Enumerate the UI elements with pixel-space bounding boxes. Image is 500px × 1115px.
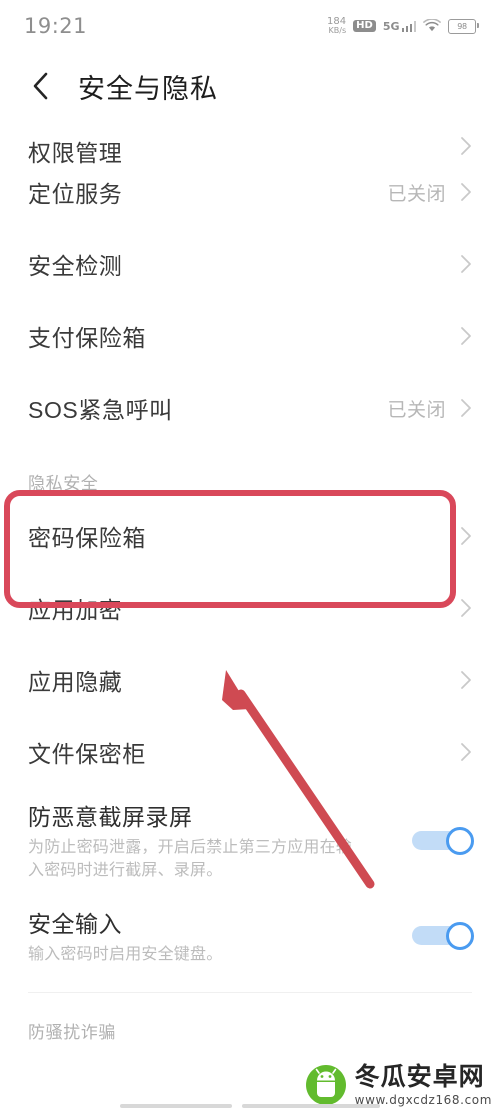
hd-voice-icon: HD (353, 19, 376, 33)
row-title: 安全输入 (28, 910, 122, 937)
section-header-privacy-security: 隐私安全 (0, 444, 500, 500)
row-label: 安全检测 (28, 253, 123, 279)
chevron-right-icon (458, 670, 474, 690)
gesture-navigation-bar[interactable] (0, 1101, 500, 1111)
watermark-text: 冬瓜安卓网 www.dgxcdz168.com (354, 1062, 492, 1106)
watermark-site-name: 冬瓜安卓网 (354, 1062, 485, 1091)
back-button[interactable] (14, 70, 68, 102)
list-row-password-vault[interactable]: 密码保险箱 (0, 500, 500, 572)
list-row-app-encryption[interactable]: 应用加密 (0, 572, 500, 644)
gesture-pill-right[interactable] (242, 1104, 380, 1108)
network-speed-unit: KB/s (328, 26, 347, 35)
status-clock: 19:21 (24, 14, 88, 38)
network-speed-indicator: 184 KB/s (327, 17, 346, 35)
status-icons: 184 KB/s HD 5G 98 (327, 17, 479, 35)
list-row-permission-management[interactable]: 权限管理 (0, 120, 500, 166)
chevron-right-icon (458, 398, 474, 418)
toggle-knob (446, 827, 474, 856)
list-row-payment-vault[interactable]: 支付保险箱 (0, 300, 500, 372)
section-header-label: 隐私安全 (28, 474, 99, 493)
row-label: 文件保密柜 (28, 741, 146, 767)
row-title: 防恶意截屏录屏 (28, 804, 193, 830)
network-type-label: 5G (382, 19, 400, 33)
chevron-right-icon (458, 526, 474, 546)
row-description: 输入密码时启用安全键盘。 (28, 945, 223, 963)
chevron-right-icon (458, 254, 474, 274)
chevron-right-icon (458, 136, 474, 156)
list-row-sos-emergency[interactable]: SOS紧急呼叫 已关闭 (0, 372, 500, 444)
list-row-secure-input[interactable]: 安全输入 输入密码时启用安全键盘。 (0, 892, 500, 978)
row-text-block: 防恶意截屏录屏 为防止密码泄露，开启后禁止第三方应用在输入密码时进行截屏、录屏。 (28, 798, 412, 882)
section-header-label: 防骚扰诈骗 (28, 1023, 116, 1043)
row-text-block: 安全输入 输入密码时启用安全键盘。 (28, 905, 412, 966)
row-value: 已关闭 (387, 399, 446, 421)
chevron-right-icon (458, 742, 474, 762)
list-row-app-hide[interactable]: 应用隐藏 (0, 644, 500, 716)
row-label: 定位服务 (28, 181, 123, 207)
wifi-icon (423, 18, 441, 33)
row-label: 密码保险箱 (28, 525, 146, 551)
list-row-anti-screenshot[interactable]: 防恶意截屏录屏 为防止密码泄露，开启后禁止第三方应用在输入密码时进行截屏、录屏。 (0, 788, 500, 892)
chevron-right-icon (458, 598, 474, 618)
title-bar: 安全与隐私 (0, 52, 500, 120)
chevron-right-icon (458, 326, 474, 346)
row-label: SOS紧急呼叫 (28, 397, 173, 423)
toggle-knob (446, 922, 474, 951)
row-value: 已关闭 (387, 183, 446, 205)
battery-percent-label: 98 (457, 21, 467, 31)
cellular-signal-icon: 5G (382, 19, 416, 33)
row-label: 支付保险箱 (28, 325, 146, 351)
row-label: 应用加密 (28, 597, 123, 623)
list-row-security-check[interactable]: 安全检测 (0, 228, 500, 300)
status-bar: 19:21 184 KB/s HD 5G 98 (0, 0, 500, 52)
list-row-location-service[interactable]: 定位服务 已关闭 (0, 156, 500, 228)
chevron-left-icon (33, 72, 48, 100)
battery-icon: 98 (448, 18, 479, 34)
gesture-pill-left[interactable] (120, 1104, 232, 1108)
phone-screen: 19:21 184 KB/s HD 5G 98 安全与隐私 权限管理 定位服务 … (0, 0, 500, 1115)
row-description: 为防止密码泄露，开启后禁止第三方应用在输入密码时进行截屏、录屏。 (28, 839, 353, 880)
signal-bars-icon (401, 20, 416, 32)
page-title: 安全与隐私 (78, 73, 218, 104)
row-label: 应用隐藏 (28, 669, 123, 695)
toggle-secure-input[interactable] (412, 922, 474, 951)
settings-list: 权限管理 定位服务 已关闭 安全检测 支付保险箱 SOS紧急呼叫 已关闭 隐私安… (0, 120, 500, 1049)
list-row-file-safe[interactable]: 文件保密柜 (0, 716, 500, 788)
toggle-anti-screenshot[interactable] (412, 827, 474, 856)
section-header-anti-harassment: 防骚扰诈骗 (0, 993, 500, 1049)
chevron-right-icon (458, 182, 474, 202)
